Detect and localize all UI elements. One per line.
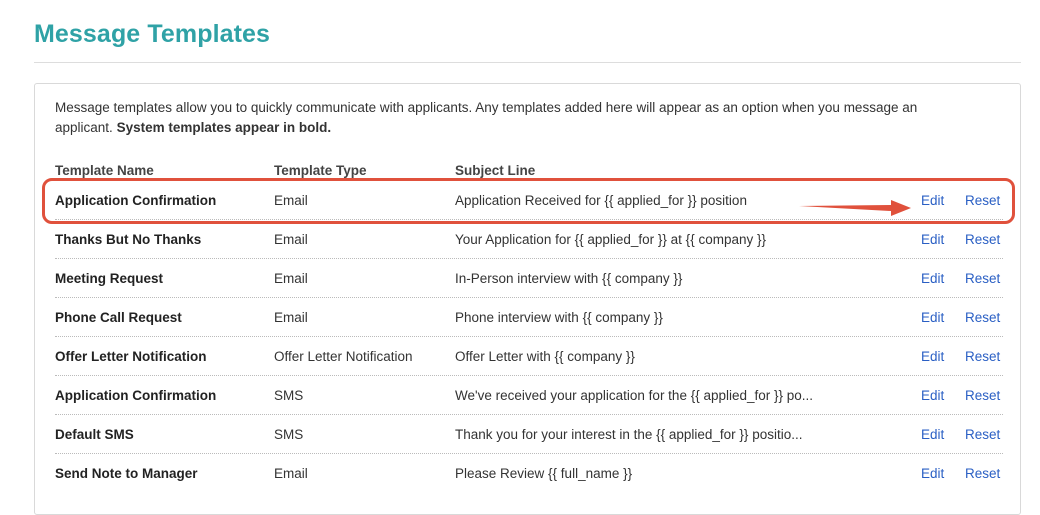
reset-link[interactable]: Reset <box>965 349 1000 364</box>
subject-line: We've received your application for the … <box>455 388 814 403</box>
template-type: SMS <box>274 427 304 442</box>
subject-line: Please Review {{ full_name }} <box>455 466 633 481</box>
reset-link[interactable]: Reset <box>965 271 1000 286</box>
subject-line: Application Received for {{ applied_for … <box>455 193 747 208</box>
subject-line: Thank you for your interest in the {{ ap… <box>455 427 803 442</box>
template-name: Meeting Request <box>55 271 164 286</box>
reset-link[interactable]: Reset <box>965 193 1000 208</box>
template-type: Email <box>274 271 308 286</box>
intro-bold-note: System templates appear in bold. <box>116 120 332 135</box>
template-type: Email <box>274 193 308 208</box>
edit-link[interactable]: Edit <box>921 310 944 325</box>
table-row: Thanks But No Thanks Email Your Applicat… <box>55 219 1003 258</box>
table-row: Application Confirmation SMS We've recei… <box>55 375 1003 414</box>
subject-line: Your Application for {{ applied_for }} a… <box>455 232 766 247</box>
templates-table: Application Confirmation Email Applicati… <box>55 180 1003 492</box>
edit-link[interactable]: Edit <box>921 466 944 481</box>
template-type: Email <box>274 310 308 325</box>
column-header-template-type: Template Type <box>274 163 367 178</box>
table-row: Send Note to Manager Email Please Review… <box>55 453 1003 492</box>
reset-link[interactable]: Reset <box>965 466 1000 481</box>
edit-link[interactable]: Edit <box>921 388 944 403</box>
edit-link[interactable]: Edit <box>921 232 944 247</box>
template-name: Default SMS <box>55 427 134 442</box>
template-name: Application Confirmation <box>55 388 217 403</box>
intro-text: Message templates allow you to quickly c… <box>55 98 975 138</box>
template-name: Application Confirmation <box>55 193 217 208</box>
template-type: SMS <box>274 388 304 403</box>
table-row: Meeting Request Email In-Person intervie… <box>55 258 1003 297</box>
edit-link[interactable]: Edit <box>921 193 944 208</box>
subject-line: Offer Letter with {{ company }} <box>455 349 635 364</box>
template-type: Offer Letter Notification <box>274 349 413 364</box>
templates-panel: Message templates allow you to quickly c… <box>34 83 1021 515</box>
template-type: Email <box>274 232 308 247</box>
column-header-template-name: Template Name <box>55 163 154 178</box>
title-divider <box>34 62 1021 63</box>
edit-link[interactable]: Edit <box>921 349 944 364</box>
table-row: Offer Letter Notification Offer Letter N… <box>55 336 1003 375</box>
reset-link[interactable]: Reset <box>965 427 1000 442</box>
reset-link[interactable]: Reset <box>965 388 1000 403</box>
table-row: Phone Call Request Email Phone interview… <box>55 297 1003 336</box>
template-name: Thanks But No Thanks <box>55 232 202 247</box>
reset-link[interactable]: Reset <box>965 310 1000 325</box>
reset-link[interactable]: Reset <box>965 232 1000 247</box>
column-header-subject-line: Subject Line <box>455 163 536 178</box>
template-name: Offer Letter Notification <box>55 349 207 364</box>
subject-line: Phone interview with {{ company }} <box>455 310 663 325</box>
table-row: Default SMS SMS Thank you for your inter… <box>55 414 1003 453</box>
edit-link[interactable]: Edit <box>921 271 944 286</box>
table-row: Application Confirmation Email Applicati… <box>55 180 1003 219</box>
edit-link[interactable]: Edit <box>921 427 944 442</box>
template-type: Email <box>274 466 308 481</box>
page-title: Message Templates <box>34 20 271 48</box>
template-name: Send Note to Manager <box>55 466 198 481</box>
template-name: Phone Call Request <box>55 310 182 325</box>
subject-line: In-Person interview with {{ company }} <box>455 271 683 286</box>
